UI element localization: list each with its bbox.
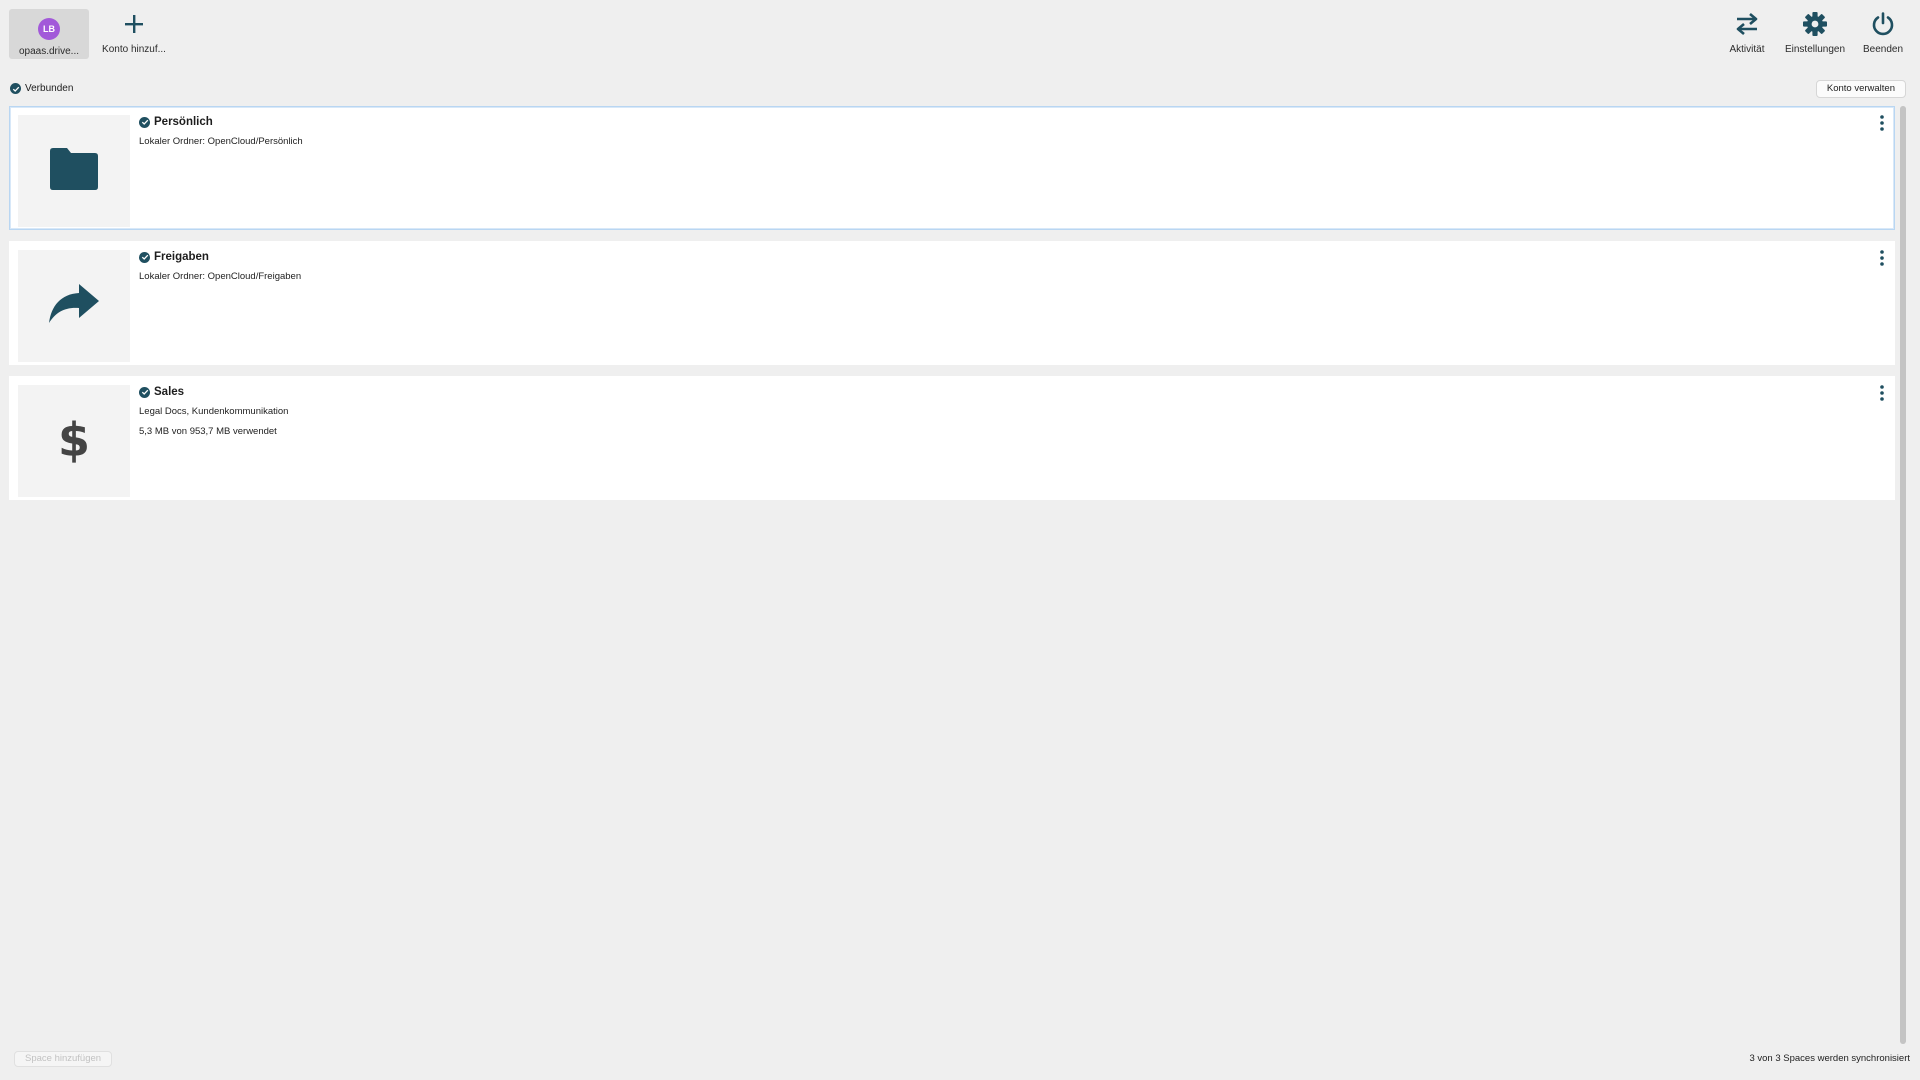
add-account-button[interactable]: Konto hinzuf... (99, 9, 169, 59)
space-title: Freigaben (139, 251, 209, 263)
svg-text:$: $ (58, 415, 90, 463)
settings-label: Einstellungen (1784, 44, 1846, 55)
space-title-label: Persönlich (154, 116, 213, 128)
connection-status-label: Verbunden (25, 83, 74, 94)
toolbar: LB opaas.drive... Konto hinzuf... Aktivi… (0, 0, 1920, 62)
activity-button[interactable]: Aktivität (1722, 9, 1772, 59)
add-account-label: Konto hinzuf... (102, 44, 166, 55)
connection-status: Verbunden (10, 83, 73, 94)
plus-icon (123, 9, 145, 39)
gear-icon (1802, 9, 1828, 39)
account-label: opaas.drive... (18, 46, 80, 57)
check-circle-icon (139, 386, 150, 398)
spaces-list: Persönlich Lokaler Ordner: OpenCloud/Per… (9, 106, 1895, 511)
more-options-icon[interactable] (1876, 113, 1888, 133)
share-arrow-icon (49, 283, 99, 329)
space-card-sales[interactable]: $ Sales Legal Docs, Kundenkommunikation … (9, 376, 1895, 500)
space-local-folder: Lokaler Ordner: OpenCloud/Freigaben (139, 271, 302, 282)
account-button[interactable]: LB opaas.drive... (9, 9, 89, 59)
settings-button[interactable]: Einstellungen (1780, 9, 1850, 59)
space-card-persoenlich[interactable]: Persönlich Lokaler Ordner: OpenCloud/Per… (9, 106, 1895, 230)
space-title: Sales (139, 386, 184, 398)
space-description: Legal Docs, Kundenkommunikation (139, 406, 289, 417)
swap-arrows-icon (1734, 9, 1760, 39)
check-circle-icon (139, 116, 150, 128)
space-title-label: Freigaben (154, 251, 209, 263)
quit-button[interactable]: Beenden (1858, 9, 1908, 59)
space-title-label: Sales (154, 386, 185, 398)
more-options-icon[interactable] (1876, 248, 1888, 268)
scrollbar-thumb[interactable] (1900, 106, 1906, 1044)
manage-account-button[interactable]: Konto verwalten (1815, 80, 1906, 98)
space-local-folder: Lokaler Ordner: OpenCloud/Persönlich (139, 136, 303, 147)
space-thumbnail (18, 115, 130, 227)
space-thumbnail: $ (18, 385, 130, 497)
check-circle-icon (139, 251, 150, 263)
quit-label: Beenden (1862, 44, 1904, 55)
activity-label: Aktivität (1729, 44, 1765, 55)
dollar-icon: $ (57, 413, 91, 468)
more-options-icon[interactable] (1876, 383, 1888, 403)
sync-status-text: 3 von 3 Spaces werden synchronisiert (1749, 1053, 1910, 1064)
scrollbar[interactable] (1900, 106, 1906, 1044)
power-icon (1870, 9, 1896, 39)
check-circle-icon (10, 83, 21, 94)
folder-icon (50, 147, 98, 195)
space-card-freigaben[interactable]: Freigaben Lokaler Ordner: OpenCloud/Frei… (9, 241, 1895, 365)
add-space-button[interactable]: Space hinzufügen (14, 1051, 113, 1067)
space-quota: 5,3 MB von 953,7 MB verwendet (139, 426, 277, 437)
space-title: Persönlich (139, 116, 213, 128)
avatar: LB (38, 18, 60, 40)
space-thumbnail (18, 250, 130, 362)
